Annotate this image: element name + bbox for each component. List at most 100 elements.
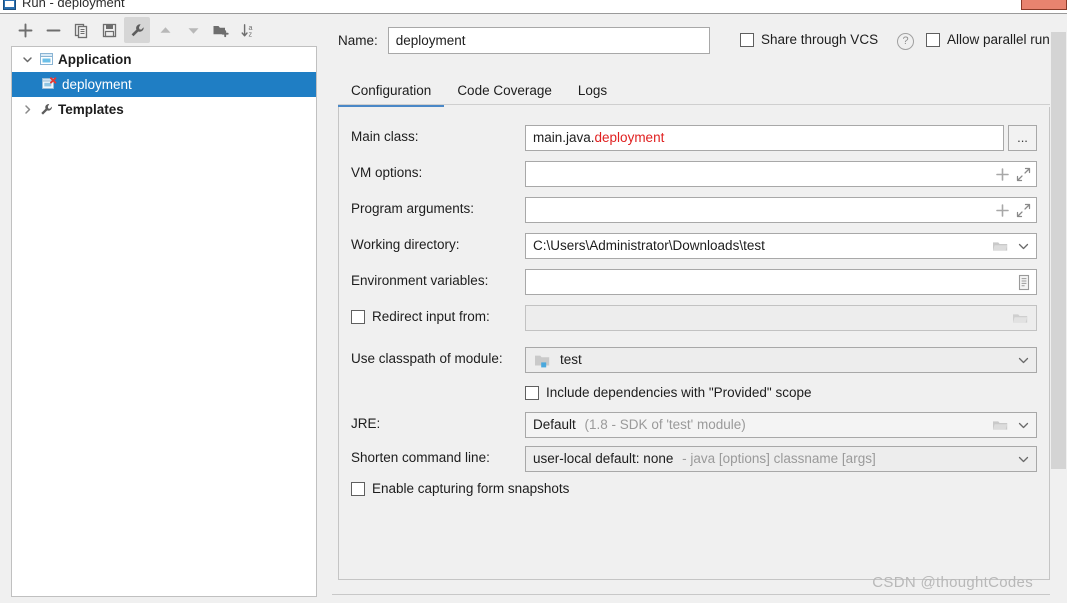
checkbox-box[interactable] bbox=[351, 481, 365, 496]
include-provided-row: Include dependencies with "Provided" sco… bbox=[339, 382, 1051, 408]
main-class-input[interactable]: main.java.deployment bbox=[525, 125, 1004, 151]
jre-value-hint: (1.8 - SDK of 'test' module) bbox=[584, 417, 746, 432]
run-configurations-icon bbox=[3, 0, 16, 10]
dialog-scrollbar-track[interactable] bbox=[1050, 14, 1067, 603]
name-row: Name: bbox=[338, 26, 710, 54]
classpath-module-combo[interactable]: test bbox=[525, 347, 1037, 373]
environment-variables-input[interactable] bbox=[525, 269, 1037, 295]
add-configuration-button[interactable] bbox=[12, 17, 38, 43]
tree-node-label: Templates bbox=[58, 102, 124, 117]
classpath-module-label: Use classpath of module: bbox=[351, 351, 503, 366]
svg-text:z: z bbox=[249, 29, 253, 38]
vm-options-input[interactable] bbox=[525, 161, 1037, 187]
capture-snapshots-label: Enable capturing form snapshots bbox=[372, 481, 570, 496]
close-window-button[interactable] bbox=[1021, 0, 1067, 10]
plus-icon[interactable] bbox=[994, 166, 1011, 183]
name-label: Name: bbox=[338, 32, 378, 48]
main-class-row: Main class: main.java.deployment ... bbox=[339, 125, 1051, 151]
include-provided-checkbox[interactable]: Include dependencies with "Provided" sco… bbox=[525, 385, 812, 400]
remove-configuration-button[interactable] bbox=[40, 17, 66, 43]
wrench-icon bbox=[36, 102, 56, 117]
configurations-toolbar: a z bbox=[0, 14, 322, 46]
jre-combo[interactable]: Default (1.8 - SDK of 'test' module) bbox=[525, 412, 1037, 438]
copy-configuration-button[interactable] bbox=[68, 17, 94, 43]
tab-logs[interactable]: Logs bbox=[565, 76, 620, 107]
program-arguments-label: Program arguments: bbox=[351, 201, 475, 216]
checkbox-box[interactable] bbox=[351, 309, 365, 324]
dialog-bottom-divider bbox=[332, 594, 1050, 595]
run-debug-configurations-dialog: Run - deployment a z Application deploym… bbox=[0, 0, 1067, 603]
working-directory-input[interactable]: C:\Users\Administrator\Downloads\test bbox=[525, 233, 1037, 259]
jre-row: JRE: Default (1.8 - SDK of 'test' module… bbox=[339, 412, 1051, 438]
move-up-button[interactable] bbox=[152, 17, 178, 43]
tree-node-label: Application bbox=[58, 52, 132, 67]
chevron-down-icon[interactable] bbox=[18, 54, 36, 65]
new-folder-button[interactable] bbox=[208, 17, 234, 43]
tree-node-application[interactable]: Application bbox=[12, 47, 316, 72]
jre-label: JRE: bbox=[351, 416, 381, 431]
application-icon bbox=[42, 77, 59, 93]
configurations-panel: a z Application deployment Templates bbox=[0, 14, 322, 603]
configurations-tree[interactable]: Application deployment Templates bbox=[11, 46, 317, 597]
share-through-vcs-checkbox[interactable]: Share through VCS bbox=[740, 32, 878, 47]
sort-configurations-button[interactable]: a z bbox=[236, 17, 262, 43]
environment-variables-label: Environment variables: bbox=[351, 273, 489, 288]
capture-snapshots-row: Enable capturing form snapshots bbox=[339, 478, 1051, 504]
expand-diagonal-icon[interactable] bbox=[1015, 202, 1032, 219]
checkbox-box[interactable] bbox=[740, 32, 754, 47]
chevron-down-icon[interactable] bbox=[1015, 352, 1032, 369]
save-configuration-button[interactable] bbox=[96, 17, 122, 43]
tab-code-coverage[interactable]: Code Coverage bbox=[444, 76, 565, 107]
tree-node-deployment[interactable]: deployment bbox=[12, 72, 316, 97]
checkbox-box[interactable] bbox=[926, 32, 940, 47]
environment-variables-row: Environment variables: bbox=[339, 269, 1051, 295]
name-input[interactable] bbox=[387, 26, 710, 54]
vm-options-row: VM options: bbox=[339, 161, 1051, 187]
allow-parallel-run-checkbox[interactable]: Allow parallel run bbox=[926, 32, 1050, 47]
help-icon[interactable]: ? bbox=[897, 33, 914, 50]
chevron-right-icon[interactable] bbox=[18, 104, 36, 115]
classpath-module-value: test bbox=[560, 352, 582, 367]
application-icon bbox=[36, 52, 56, 67]
list-edit-icon[interactable] bbox=[1015, 273, 1032, 292]
tabs-divider bbox=[338, 104, 1050, 105]
main-class-package: main.java. bbox=[533, 130, 595, 145]
working-directory-label: Working directory: bbox=[351, 237, 460, 252]
classpath-module-row: Use classpath of module: test bbox=[339, 347, 1051, 373]
shorten-command-line-value: user-local default: none bbox=[533, 451, 674, 466]
configuration-editor-panel: Name: Share through VCS ? Allow parallel… bbox=[332, 14, 1050, 603]
plus-icon[interactable] bbox=[994, 202, 1011, 219]
chevron-down-icon[interactable] bbox=[1015, 451, 1032, 468]
window-title-bar: Run - deployment bbox=[0, 0, 1067, 13]
configuration-form: Main class: main.java.deployment ... VM … bbox=[338, 107, 1050, 580]
checkbox-box[interactable] bbox=[525, 385, 539, 400]
folder-icon[interactable] bbox=[991, 238, 1010, 255]
tree-node-templates[interactable]: Templates bbox=[12, 97, 316, 122]
tab-configuration[interactable]: Configuration bbox=[338, 76, 445, 107]
panel-splitter[interactable] bbox=[322, 14, 332, 603]
shorten-command-line-row: Shorten command line: user-local default… bbox=[339, 446, 1051, 472]
tree-node-label: deployment bbox=[62, 77, 132, 92]
expand-diagonal-icon[interactable] bbox=[1015, 166, 1032, 183]
redirect-input-row: Redirect input from: bbox=[339, 305, 1051, 331]
chevron-down-icon[interactable] bbox=[1015, 238, 1032, 255]
move-down-button[interactable] bbox=[180, 17, 206, 43]
capture-snapshots-checkbox[interactable]: Enable capturing form snapshots bbox=[351, 481, 569, 496]
edit-templates-button[interactable] bbox=[124, 17, 150, 43]
redirect-input-label: Redirect input from: bbox=[372, 309, 490, 324]
folder-icon bbox=[1011, 310, 1030, 327]
folder-icon[interactable] bbox=[991, 417, 1010, 434]
shorten-command-line-combo[interactable]: user-local default: none - java [options… bbox=[525, 446, 1037, 472]
shorten-command-line-hint: - java [options] classname [args] bbox=[682, 451, 876, 466]
module-icon bbox=[533, 352, 552, 369]
main-class-browse-button[interactable]: ... bbox=[1008, 125, 1037, 151]
chevron-down-icon[interactable] bbox=[1015, 417, 1032, 434]
redirect-input-path bbox=[525, 305, 1037, 331]
vm-options-label: VM options: bbox=[351, 165, 423, 180]
redirect-input-checkbox[interactable]: Redirect input from: bbox=[351, 309, 490, 324]
dialog-scrollbar-thumb[interactable] bbox=[1051, 32, 1066, 469]
jre-value: Default bbox=[533, 417, 576, 432]
program-arguments-input[interactable] bbox=[525, 197, 1037, 223]
main-class-name: deployment bbox=[594, 130, 665, 145]
share-through-vcs-label: Share through VCS bbox=[761, 32, 879, 47]
